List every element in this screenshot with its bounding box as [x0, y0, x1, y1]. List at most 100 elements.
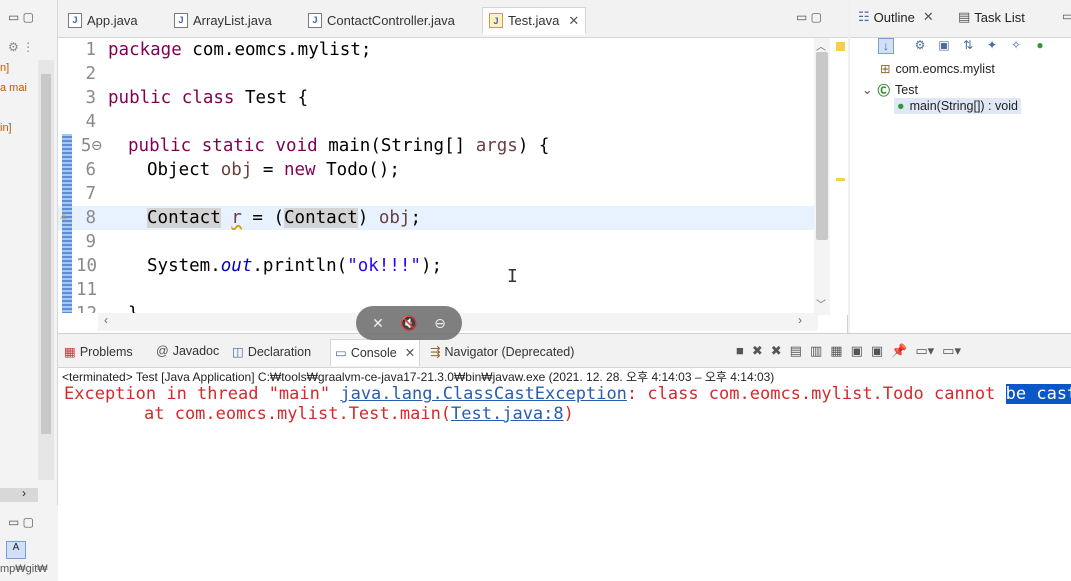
- hide-static-icon[interactable]: ▣: [936, 38, 952, 54]
- java-file-icon: J: [308, 12, 322, 28]
- outline-tab-bar: ☷ Outline ✕ ▤ Task List ▭: [850, 0, 1071, 38]
- scroll-down-icon[interactable]: ﹀: [816, 296, 826, 311]
- minimize-maximize-icons-2[interactable]: ▭ ▢: [8, 515, 34, 529]
- stack-frame-text: at com.eomcs.mylist.Test.main(: [144, 404, 452, 424]
- tab-label: Outline: [873, 9, 915, 25]
- sort-icon[interactable]: ↓: [878, 38, 894, 54]
- tab-declaration[interactable]: ◫ Declaration: [232, 344, 311, 360]
- remove-all-icon[interactable]: ✖: [771, 343, 782, 359]
- public-member-icon[interactable]: ●: [1032, 38, 1048, 54]
- scroll-up-icon[interactable]: ︿: [816, 38, 826, 53]
- console-toolbar: ■ ✖ ✖ ▤ ▥ ▦ ▣ ▣ 📌 ▭▾ ▭▾: [736, 343, 961, 359]
- tree-item-package[interactable]: ⊞ com.eomcs.mylist: [880, 61, 995, 77]
- path-fragment: mp₩git₩: [0, 563, 48, 575]
- sort-members-icon[interactable]: ⇅: [960, 38, 976, 54]
- tree-fragment-1[interactable]: n]: [0, 62, 9, 74]
- tree-item-method[interactable]: ● main(String[]) : void: [894, 98, 1021, 114]
- clear-console-icon[interactable]: ▤: [790, 343, 802, 359]
- console-output[interactable]: Exception in thread "main" java.lang.Cla…: [64, 384, 1071, 424]
- word-wrap-icon[interactable]: ▦: [830, 343, 842, 359]
- scroll-right-icon[interactable]: ›: [798, 313, 802, 327]
- editor-scrollbar-thumb[interactable]: [816, 52, 828, 240]
- tab-contactcontroller-java[interactable]: J ContactController.java: [302, 6, 461, 34]
- selected-text: be cast: [1005, 384, 1071, 404]
- tab-outline[interactable]: ☷ Outline ✕: [858, 9, 934, 25]
- change-marker: [62, 158, 72, 182]
- remove-launch-icon[interactable]: ✖: [752, 343, 763, 359]
- line-number: 6: [85, 160, 96, 180]
- tab-app-java[interactable]: J App.java: [62, 6, 144, 34]
- close-icon[interactable]: ✕: [568, 13, 579, 29]
- change-marker: [62, 254, 72, 278]
- hide-local-types-icon[interactable]: ✧: [1008, 38, 1024, 54]
- change-marker: [62, 302, 72, 313]
- code-text-area[interactable]: 1 package com.eomcs.mylist; 2 3 public c…: [58, 38, 818, 313]
- show-on-error-icon[interactable]: ▣: [871, 343, 883, 359]
- tab-arraylist-java[interactable]: J ArrayList.java: [168, 6, 278, 34]
- code-line-current: ⚠ 8 Contact r = (Contact) obj;: [58, 206, 818, 230]
- tree-item-class[interactable]: ⌄ Ⓒ Test: [862, 80, 918, 99]
- screen-recorder-toolbar[interactable]: ✕ 🔇 ⊖: [356, 306, 462, 340]
- tab-test-java[interactable]: J Test.java ✕: [482, 7, 587, 35]
- line-number: 3: [85, 88, 96, 108]
- exception-class-link[interactable]: java.lang.ClassCastException: [340, 384, 627, 404]
- editor-tab-bar: J App.java J ArrayList.java J ContactCon…: [58, 0, 848, 38]
- tab-javadoc[interactable]: @ Javadoc: [156, 344, 219, 358]
- pin-console-icon[interactable]: 📌: [891, 343, 907, 359]
- line-number: 12: [76, 304, 97, 313]
- javadoc-icon: @: [156, 344, 169, 358]
- console-status-line: <terminated> Test [Java Application] C:₩…: [62, 370, 775, 384]
- stack-trace-link[interactable]: Test.java:8: [451, 404, 564, 424]
- change-marker: [62, 278, 72, 302]
- tree-fragment-2[interactable]: a mai: [0, 82, 27, 94]
- collapse-chevron-icon[interactable]: ⌄: [862, 82, 872, 97]
- mute-icon[interactable]: 🔇: [400, 315, 417, 332]
- warning-icon[interactable]: ⚠: [60, 209, 67, 222]
- tab-label: Task List: [974, 9, 1025, 25]
- minimize-maximize-icons[interactable]: ▭ ▢: [796, 10, 822, 24]
- code-editor[interactable]: J App.java J ArrayList.java J ContactCon…: [58, 0, 848, 333]
- bookmark-icon[interactable]: A: [6, 541, 26, 559]
- tab-problems[interactable]: ▦ Problems: [64, 344, 133, 360]
- minimize-maximize-icons[interactable]: ▭ ▢: [8, 10, 48, 24]
- scroll-left-icon[interactable]: ‹: [104, 313, 108, 327]
- minus-circle-icon[interactable]: ⊖: [434, 315, 446, 332]
- code-line: 6 Object obj = new Todo();: [58, 158, 818, 182]
- left-vertical-scrollbar[interactable]: [38, 60, 54, 480]
- left-horizontal-scrollbar[interactable]: [0, 488, 38, 502]
- code-line: 2: [58, 62, 818, 86]
- tab-label: Javadoc: [172, 344, 220, 358]
- display-console-icon[interactable]: ▭▾: [915, 343, 934, 359]
- outline-toolbar: ↓ ⚙ ▣ ⇅ ✦ ✧ ●: [850, 38, 1071, 58]
- scroll-lock-icon[interactable]: ▥: [810, 343, 822, 359]
- tab-label: App.java: [87, 12, 138, 28]
- tab-task-list[interactable]: ▤ Task List: [958, 9, 1025, 25]
- console-tab-bar: ▦ Problems @ Javadoc ◫ Declaration ▭ Con…: [58, 334, 1071, 368]
- tab-navigator[interactable]: ⇶ Navigator (Deprecated): [430, 344, 574, 360]
- scroll-right-icon[interactable]: ›: [22, 486, 26, 500]
- warning-marker[interactable]: [836, 42, 845, 51]
- line-number[interactable]: 5⊖: [76, 136, 102, 156]
- code-line: 5⊖ public static void main(String[] args…: [58, 134, 818, 158]
- show-on-output-icon[interactable]: ▣: [851, 343, 863, 359]
- panel-toolbar-icons[interactable]: ⚙ ⋮: [8, 40, 34, 54]
- line-number: 11: [76, 280, 98, 300]
- minimize-icon[interactable]: ▭: [1062, 9, 1071, 23]
- code-line: 4: [58, 110, 818, 134]
- line-number: 7: [85, 184, 96, 204]
- left-scrollbar-thumb[interactable]: [41, 74, 51, 434]
- hide-fields-icon[interactable]: ⚙: [912, 38, 928, 54]
- close-icon[interactable]: ✕: [923, 9, 934, 25]
- tab-console[interactable]: ▭ Console ✕: [330, 339, 421, 366]
- line-number: 4: [85, 112, 96, 132]
- overview-ruler[interactable]: [832, 38, 848, 315]
- tree-fragment-3[interactable]: in]: [0, 122, 12, 134]
- outline-icon: ☷: [858, 9, 870, 24]
- open-console-icon[interactable]: ▭▾: [942, 343, 961, 359]
- tab-label: Console: [350, 345, 397, 360]
- terminate-icon[interactable]: ■: [736, 343, 744, 359]
- hide-nonpublic-icon[interactable]: ✦: [984, 38, 1000, 54]
- pin-off-icon[interactable]: ✕: [372, 315, 384, 332]
- warning-marker[interactable]: [836, 178, 845, 181]
- close-icon[interactable]: ✕: [405, 345, 415, 360]
